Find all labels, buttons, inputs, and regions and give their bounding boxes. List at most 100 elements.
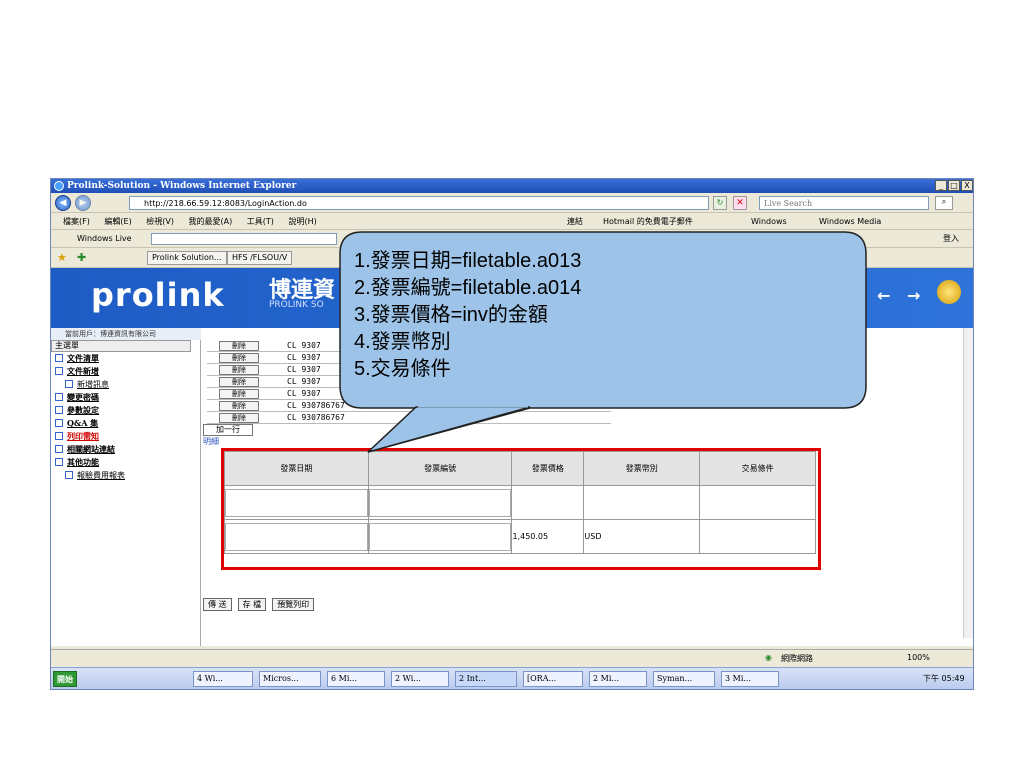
header-invoice-date: 發票日期: [224, 451, 369, 486]
task-mi-6[interactable]: 6 Mi...: [327, 671, 385, 687]
sidebar-label: 文件新增: [67, 366, 99, 376]
invoice-date-input[interactable]: [225, 522, 368, 551]
task-internet[interactable]: 2 Int...: [455, 671, 517, 687]
task-windows-2[interactable]: 2 Wi...: [391, 671, 449, 687]
send-button[interactable]: 傳 送: [203, 598, 232, 611]
menu-view[interactable]: 檢視(V): [146, 217, 174, 226]
minimize-button[interactable]: _: [935, 180, 947, 191]
menu-file[interactable]: 檔案(F): [63, 217, 90, 226]
sidebar-item-other[interactable]: 其他功能: [51, 456, 200, 469]
forward-arrow-icon[interactable]: →: [907, 286, 920, 305]
add-favorite-icon[interactable]: ✚: [77, 251, 86, 264]
box-icon: [55, 419, 63, 427]
start-button[interactable]: 開始: [53, 671, 77, 687]
invoice-number-input[interactable]: [368, 488, 512, 517]
refresh-icon[interactable]: ↻: [713, 196, 727, 210]
table-row: 1,450.05 USD: [224, 519, 816, 554]
sidebar-item-file-list[interactable]: 文件清單: [51, 352, 200, 365]
back-arrow-icon[interactable]: ←: [877, 286, 890, 305]
sidebar-item-related-links[interactable]: 相關網站連結: [51, 443, 200, 456]
delete-button[interactable]: 刪除: [219, 413, 259, 423]
task-mi-3[interactable]: 3 Mi...: [721, 671, 779, 687]
invoice-detail-grid: 發票日期 發票編號 發票價格 發票幣別 交易條件 1,450.05 USD: [221, 448, 821, 570]
print-preview-button[interactable]: 預覽列印: [272, 598, 315, 611]
trade-terms-cell[interactable]: [699, 485, 816, 520]
item-code: CL 9307: [287, 389, 321, 398]
callout-line-1: 1.發票日期=filetable.a013: [354, 250, 582, 272]
action-buttons: 傳 送 存 檔 預覽列印: [203, 598, 315, 611]
callout-line-2: 2.發票編號=filetable.a014: [354, 277, 582, 299]
invoice-price-cell[interactable]: [511, 485, 585, 520]
login-link[interactable]: 登入: [943, 230, 959, 248]
sidebar-item-new-message[interactable]: 新增訊息: [51, 378, 200, 391]
zoom-level[interactable]: 100%: [907, 653, 930, 662]
invoice-currency-cell[interactable]: USD: [583, 519, 701, 554]
sidebar-item-print-notice[interactable]: 列印需知: [51, 430, 200, 443]
windows-live-label: Windows Live: [77, 234, 132, 243]
stop-icon[interactable]: ✕: [733, 196, 747, 210]
security-zone: 網際網路: [781, 654, 813, 663]
sidebar-label: 相關網站連結: [67, 444, 115, 454]
header-invoice-currency: 發票幣別: [583, 451, 701, 486]
delete-button[interactable]: 刪除: [219, 365, 259, 375]
close-button[interactable]: X: [961, 180, 973, 191]
trade-terms-cell[interactable]: [699, 519, 816, 554]
task-mi-2[interactable]: 2 Mi...: [589, 671, 647, 687]
url-input[interactable]: http://218.66.59.12:8083/LoginAction.do: [129, 196, 709, 210]
status-bar: ◉ 網際網路 100%: [51, 649, 973, 667]
invoice-price-cell[interactable]: 1,450.05: [511, 519, 585, 554]
box-icon: [55, 458, 63, 466]
favorites-star-icon[interactable]: ★: [57, 251, 67, 264]
prolink-logo: prolink: [91, 276, 225, 314]
callout-text: 1.發票日期=filetable.a013 2.發票編號=filetable.a…: [354, 248, 581, 383]
box-icon: [65, 380, 73, 388]
invoice-currency-cell[interactable]: [583, 485, 701, 520]
sidebar-item-change-password[interactable]: 變更密碼: [51, 391, 200, 404]
task-ora[interactable]: [ORA...: [523, 671, 583, 687]
callout-line-5: 5.交易條件: [354, 358, 451, 380]
item-code: CL 9307: [287, 377, 321, 386]
delete-button[interactable]: 刪除: [219, 389, 259, 399]
menu-tools[interactable]: 工具(T): [247, 217, 274, 226]
windows-live-search[interactable]: [151, 233, 337, 245]
menu-help[interactable]: 說明(H): [288, 217, 316, 226]
detail-label[interactable]: 明細: [203, 436, 219, 447]
tab-prolink[interactable]: Prolink Solution...: [147, 251, 227, 265]
save-button[interactable]: 存 檔: [237, 598, 267, 611]
sidebar-item-settings[interactable]: 參數設定: [51, 404, 200, 417]
search-input[interactable]: Live Search: [759, 196, 929, 210]
task-microsoft[interactable]: Micros...: [259, 671, 321, 687]
box-icon: [55, 354, 63, 362]
add-row-button[interactable]: 加一行: [203, 424, 253, 436]
ie-icon: [54, 181, 64, 191]
delete-button[interactable]: 刪除: [219, 377, 259, 387]
sidebar-item-fee-report[interactable]: 報驗費用報表: [51, 469, 200, 482]
back-icon[interactable]: ◀: [55, 195, 71, 211]
sidebar-menu: 主選單 文件清單 文件新增 新增訊息 變更密碼 參數設定 Q&A 集 列印需知 …: [51, 340, 201, 646]
callout-pointer: [367, 404, 531, 453]
task-symantec[interactable]: Syman...: [653, 671, 715, 687]
table-row: [224, 485, 816, 520]
logout-figure-icon[interactable]: [937, 280, 961, 304]
maximize-button[interactable]: □: [948, 180, 960, 191]
search-icon[interactable]: ⌕: [935, 196, 953, 210]
user-info: 當前用戶：博連資訊有限公司: [51, 328, 201, 340]
sidebar-label: 變更密碼: [67, 392, 99, 402]
delete-button[interactable]: 刪除: [219, 341, 259, 351]
tab-hfs[interactable]: HFS /FLSOU/V: [227, 251, 293, 265]
title-bar: Prolink-Solution - Windows Internet Expl…: [51, 179, 973, 193]
sidebar-label: 報驗費用報表: [77, 471, 125, 480]
delete-button[interactable]: 刪除: [219, 353, 259, 363]
box-icon: [55, 445, 63, 453]
forward-icon[interactable]: ▶: [75, 195, 91, 211]
company-name-en: PROLINK SO: [269, 300, 324, 310]
page-scrollbar[interactable]: [963, 328, 973, 638]
menu-favorites[interactable]: 我的最愛(A): [189, 217, 233, 226]
invoice-number-input[interactable]: [368, 522, 512, 551]
invoice-date-input[interactable]: [225, 488, 368, 517]
task-windows[interactable]: 4 Wi...: [193, 671, 253, 687]
menu-edit[interactable]: 編輯(E): [104, 217, 131, 226]
sidebar-item-qa[interactable]: Q&A 集: [51, 417, 200, 430]
delete-button[interactable]: 刪除: [219, 401, 259, 411]
sidebar-item-file-add[interactable]: 文件新增: [51, 365, 200, 378]
